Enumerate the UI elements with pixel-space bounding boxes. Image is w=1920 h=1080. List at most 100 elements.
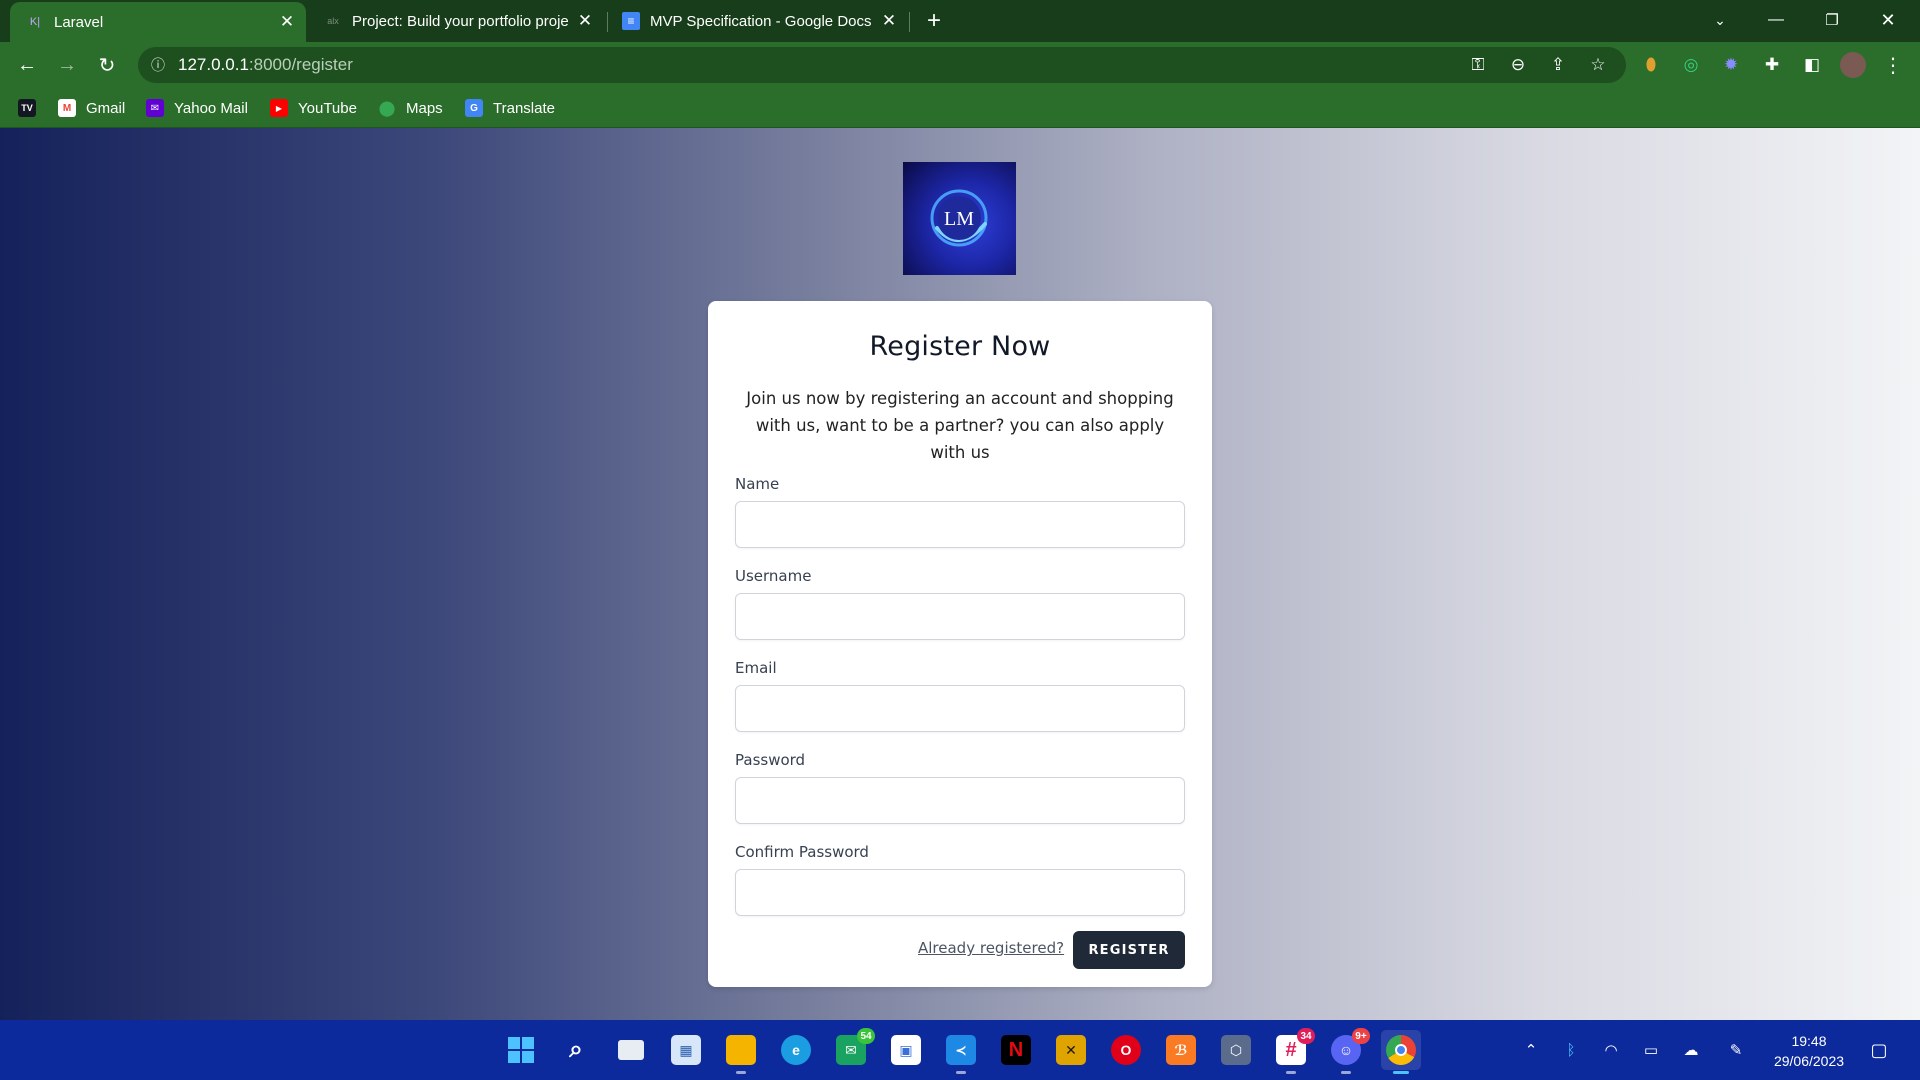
opera-app[interactable]: O — [1106, 1030, 1146, 1070]
maps-icon: ⬤ — [378, 100, 396, 117]
close-tab-icon[interactable]: ✕ — [878, 10, 900, 32]
mail-badge: 54 — [857, 1028, 875, 1044]
tab-search-icon[interactable]: ⌄ — [1692, 0, 1748, 40]
register-button[interactable]: REGISTER — [1073, 931, 1185, 969]
already-registered-link[interactable]: Already registered? — [918, 939, 1064, 957]
notification-icon[interactable]: ▢ — [1864, 1036, 1894, 1064]
tab-separator — [909, 12, 910, 32]
form-title: Register Now — [869, 331, 1051, 362]
key-icon[interactable]: ⚿ — [1460, 47, 1496, 83]
translate-icon: G — [465, 99, 483, 117]
site-info-icon[interactable]: ⓘ — [138, 55, 178, 75]
battery-icon[interactable]: ▭ — [1638, 1038, 1664, 1062]
virtualbox-app[interactable]: ⬡ — [1216, 1030, 1256, 1070]
pen-icon[interactable]: ✎ — [1723, 1038, 1749, 1062]
tray-overflow-icon[interactable]: ⌃ — [1518, 1038, 1544, 1062]
onedrive-icon[interactable]: ☁ — [1678, 1038, 1704, 1062]
windows-logo-icon — [506, 1035, 536, 1065]
task-view-button[interactable] — [611, 1030, 651, 1070]
discord-badge: 9+ — [1352, 1028, 1370, 1044]
extensions-puzzle-icon[interactable]: ✚ — [1757, 50, 1787, 80]
wifi-icon[interactable]: ◠ — [1598, 1038, 1624, 1062]
browser-toolbar: ← → ↻ ⓘ 127.0.0.1:8000/register ⚿ ⊖ ⇪ ☆ … — [0, 42, 1920, 88]
xampp-icon: ℬ — [1166, 1035, 1196, 1065]
store-app[interactable]: ▣ — [886, 1030, 926, 1070]
xampp-app[interactable]: ℬ — [1161, 1030, 1201, 1070]
widgets-button[interactable]: ▦ — [666, 1030, 706, 1070]
yahoo-mail-icon: ✉ — [146, 99, 164, 117]
bookmark-label: Gmail — [86, 99, 126, 117]
zoom-icon[interactable]: ⊖ — [1500, 47, 1536, 83]
register-page: LM Register Now Join us now by registeri… — [0, 128, 1920, 1020]
tradingview-icon: TV — [18, 99, 36, 117]
url-text: 127.0.0.1:8000/register — [178, 55, 353, 75]
bookmark-tradingview[interactable]: TV — [18, 96, 46, 120]
tab-laravel[interactable]: K| Laravel ✕ — [10, 2, 306, 42]
close-window-button[interactable]: ✕ — [1860, 0, 1916, 40]
bookmark-maps[interactable]: ⬤ Maps — [378, 96, 443, 120]
extension-gear-icon[interactable]: ✹ — [1716, 50, 1746, 80]
chrome-app[interactable] — [1381, 1030, 1421, 1074]
bookmark-yahoo-mail[interactable]: ✉ Yahoo Mail — [146, 96, 248, 120]
username-input[interactable] — [735, 593, 1185, 640]
bookmark-gmail[interactable]: M Gmail — [58, 96, 125, 120]
address-bar[interactable]: ⓘ 127.0.0.1:8000/register ⚿ ⊖ ⇪ ☆ — [138, 47, 1626, 83]
browser-tab-strip: K| Laravel ✕ alx Project: Build your por… — [0, 0, 1920, 42]
start-button[interactable] — [501, 1030, 541, 1070]
games-app[interactable]: ✕ — [1051, 1030, 1091, 1070]
vscode-icon: ≺ — [946, 1035, 976, 1065]
running-indicator — [1341, 1071, 1351, 1074]
search-button[interactable]: ⌕ — [556, 1030, 596, 1070]
tab-project-portfolio[interactable]: alx Project: Build your portfolio proje … — [316, 0, 604, 42]
register-card: Register Now Join us now by registering … — [708, 301, 1212, 987]
close-tab-icon[interactable]: ✕ — [276, 11, 298, 33]
forward-button[interactable]: → — [51, 49, 83, 81]
search-icon: ⌕ — [569, 1036, 583, 1063]
chrome-icon — [1386, 1035, 1416, 1065]
gmail-icon: M — [58, 99, 76, 117]
folder-icon — [726, 1035, 756, 1065]
slack-app[interactable]: # 34 — [1271, 1028, 1315, 1074]
profile-avatar[interactable] — [1838, 50, 1868, 80]
email-input[interactable] — [735, 685, 1185, 732]
netflix-app[interactable]: N — [996, 1030, 1036, 1070]
bookmark-translate[interactable]: G Translate — [465, 96, 555, 120]
extension-grammarly-icon[interactable]: ◎ — [1676, 50, 1706, 80]
menu-kebab-icon[interactable]: ⋮ — [1878, 50, 1908, 80]
running-indicator — [1286, 1071, 1296, 1074]
confirm-password-label: Confirm Password — [735, 843, 869, 861]
side-panel-icon[interactable]: ◧ — [1797, 50, 1827, 80]
new-tab-button[interactable]: + — [920, 7, 948, 35]
back-button[interactable]: ← — [11, 49, 43, 81]
logo-graphic: LM — [930, 189, 988, 247]
brand-logo: LM — [903, 162, 1016, 275]
password-input[interactable] — [735, 777, 1185, 824]
discord-app[interactable]: ☺ 9+ — [1326, 1028, 1370, 1074]
restore-button[interactable]: ❐ — [1804, 0, 1860, 40]
reload-button[interactable]: ↻ — [91, 49, 123, 81]
share-icon[interactable]: ⇪ — [1540, 47, 1576, 83]
clock-time: 19:48 — [1791, 1033, 1827, 1049]
file-explorer-app[interactable] — [721, 1030, 761, 1074]
mail-app[interactable]: ✉ 54 — [831, 1028, 875, 1070]
netflix-icon: N — [1001, 1035, 1031, 1065]
slack-badge: 34 — [1297, 1028, 1315, 1044]
system-clock[interactable]: 19:48 29/06/2023 — [1764, 1031, 1854, 1071]
tab-mvp-specification[interactable]: ≡ MVP Specification - Google Docs ✕ — [614, 0, 908, 42]
url-path: :8000/register — [248, 55, 353, 74]
running-indicator — [736, 1071, 746, 1074]
bookmark-youtube[interactable]: ▶ YouTube — [270, 96, 357, 120]
vscode-app[interactable]: ≺ — [941, 1030, 981, 1074]
extension-shield-icon[interactable]: ⬮ — [1636, 50, 1666, 80]
name-input[interactable] — [735, 501, 1185, 548]
bookmark-star-icon[interactable]: ☆ — [1580, 47, 1616, 83]
username-label: Username — [735, 567, 812, 585]
confirm-password-input[interactable] — [735, 869, 1185, 916]
edge-app[interactable]: e — [776, 1030, 816, 1070]
close-tab-icon[interactable]: ✕ — [574, 10, 596, 32]
logo-text: LM — [944, 208, 974, 230]
google-docs-icon: ≡ — [622, 12, 640, 30]
minimize-button[interactable]: — — [1748, 0, 1804, 40]
email-label: Email — [735, 659, 777, 677]
bluetooth-icon[interactable]: ᛒ — [1558, 1038, 1584, 1062]
